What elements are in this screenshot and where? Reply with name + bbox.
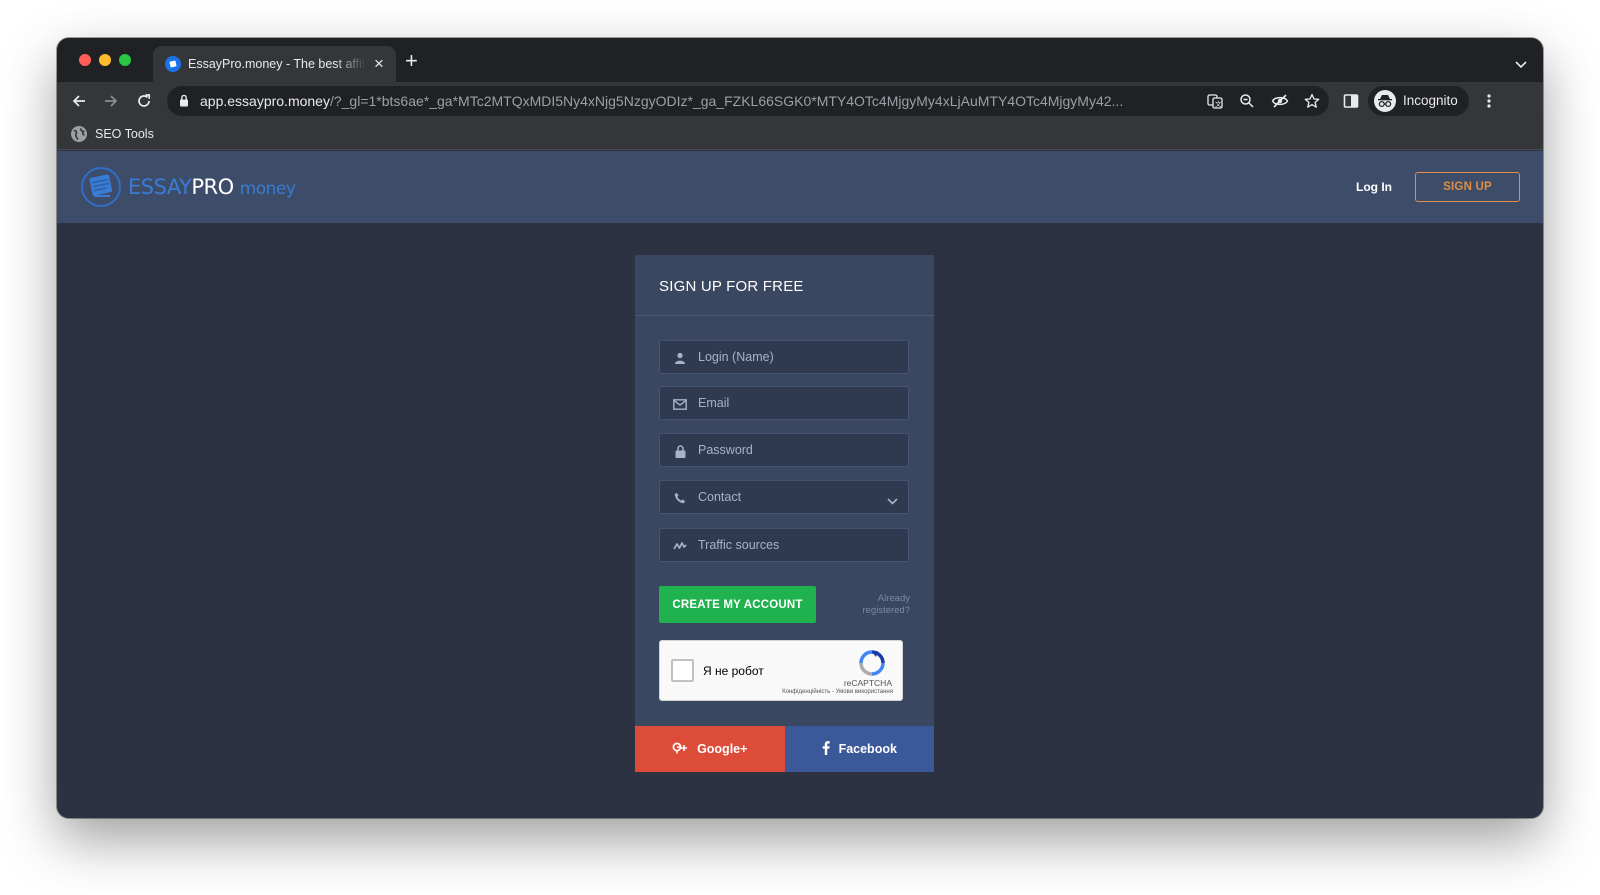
forward-arrow-icon[interactable] bbox=[101, 91, 121, 111]
traffic-wave-icon bbox=[672, 538, 688, 554]
tab-search-chevron-icon[interactable] bbox=[1515, 56, 1527, 74]
recaptcha-checkbox[interactable] bbox=[671, 659, 694, 682]
svg-text:文: 文 bbox=[1215, 99, 1222, 108]
recaptcha-logo-icon bbox=[858, 649, 886, 677]
logo-pro-text: PRO bbox=[191, 175, 234, 199]
already-registered-link[interactable]: Already registered? bbox=[840, 593, 910, 617]
email-field[interactable] bbox=[659, 386, 909, 420]
browser-toolbar: app.essaypro.money/?_gl=1*bts6ae*_ga*MTc… bbox=[57, 82, 1543, 120]
password-field[interactable] bbox=[659, 433, 909, 467]
email-input[interactable] bbox=[698, 387, 888, 419]
social-login-row: Google+ Facebook bbox=[635, 726, 934, 772]
facebook-icon bbox=[822, 740, 830, 758]
incognito-profile-button[interactable]: Incognito bbox=[1368, 86, 1469, 116]
user-icon bbox=[672, 350, 688, 366]
tab-close-icon[interactable]: × bbox=[370, 55, 388, 73]
browser-tab[interactable]: EssayPro.money - The best affiliate prog… bbox=[153, 46, 396, 82]
bookmark-seo-tools[interactable]: SEO Tools bbox=[71, 126, 154, 142]
contact-select[interactable] bbox=[659, 480, 909, 514]
logo-wordmark: ESSAYPRO money bbox=[128, 175, 296, 199]
tab-title: EssayPro.money - The best affiliate prog… bbox=[188, 57, 366, 71]
logo-essay-text: ESSAY bbox=[128, 175, 192, 199]
zoom-icon[interactable] bbox=[1238, 92, 1256, 110]
google-label: Google+ bbox=[697, 742, 748, 756]
globe-icon bbox=[71, 126, 87, 142]
essaypro-favicon-icon bbox=[165, 56, 181, 72]
traffic-sources-input[interactable] bbox=[698, 529, 888, 561]
already-line-2: registered? bbox=[862, 605, 910, 616]
minimize-window-button[interactable] bbox=[99, 54, 111, 66]
url-host: app.essaypro.money bbox=[200, 93, 330, 109]
recaptcha-label: Я не робот bbox=[703, 664, 764, 678]
google-plus-icon bbox=[672, 742, 688, 757]
facebook-label: Facebook bbox=[838, 742, 897, 756]
signup-form-card: SIGN UP FOR FREE Login (Name) Email Cont… bbox=[635, 255, 934, 772]
phone-icon bbox=[672, 490, 688, 506]
chevron-down-icon[interactable] bbox=[887, 492, 898, 510]
padlock-icon bbox=[672, 443, 688, 459]
incognito-label: Incognito bbox=[1403, 93, 1458, 108]
tracking-protection-icon[interactable] bbox=[1271, 92, 1289, 110]
maximize-window-button[interactable] bbox=[119, 54, 131, 66]
translate-icon[interactable]: 文 bbox=[1206, 92, 1224, 110]
logo-money-text: money bbox=[239, 179, 296, 199]
bookmark-star-icon[interactable] bbox=[1303, 92, 1321, 110]
reload-icon[interactable] bbox=[134, 91, 154, 111]
side-panel-icon[interactable] bbox=[1341, 91, 1361, 111]
incognito-icon bbox=[1374, 90, 1396, 112]
url-query: /?_gl=1*bts6ae*_ga*MTc2MTQxMDI5Ny4xNjg5N… bbox=[329, 93, 1124, 109]
facebook-login-button[interactable]: Facebook bbox=[784, 726, 934, 772]
already-line-1: Already bbox=[877, 593, 910, 604]
back-arrow-icon[interactable] bbox=[69, 91, 89, 111]
login-link[interactable]: Log In bbox=[1356, 180, 1392, 194]
bookmark-label: SEO Tools bbox=[95, 127, 154, 141]
close-window-button[interactable] bbox=[79, 54, 91, 66]
new-tab-button[interactable]: + bbox=[405, 50, 418, 72]
bookmarks-bar: SEO Tools bbox=[57, 120, 1543, 150]
more-menu-icon[interactable] bbox=[1479, 91, 1499, 111]
password-input[interactable] bbox=[698, 434, 888, 466]
form-title: SIGN UP FOR FREE bbox=[659, 278, 804, 295]
browser-window: EssayPro.money - The best affiliate prog… bbox=[57, 38, 1543, 818]
google-login-button[interactable]: Google+ bbox=[635, 726, 785, 772]
login-field[interactable] bbox=[659, 340, 909, 374]
page-content: ESSAYPRO money Log In SIGN UP SIGN UP FOR… bbox=[57, 151, 1543, 818]
login-input[interactable] bbox=[698, 341, 888, 373]
create-account-button[interactable]: CREATE MY ACCOUNT bbox=[659, 586, 816, 623]
logo-mark-icon bbox=[81, 167, 121, 207]
url-text[interactable]: app.essaypro.money/?_gl=1*bts6ae*_ga*MTc… bbox=[200, 93, 1185, 109]
signup-button[interactable]: SIGN UP bbox=[1415, 172, 1520, 202]
recaptcha-terms-link[interactable]: Конфіденційність - Умови використання bbox=[782, 689, 893, 695]
envelope-icon bbox=[672, 396, 688, 412]
recaptcha-brand: reCAPTCHA bbox=[843, 678, 892, 688]
contact-input[interactable] bbox=[698, 481, 888, 513]
address-bar[interactable]: app.essaypro.money/?_gl=1*bts6ae*_ga*MTc… bbox=[167, 86, 1329, 116]
form-header: SIGN UP FOR FREE bbox=[635, 255, 934, 316]
recaptcha-widget: Я не робот reCAPTCHA Конфіденційність - … bbox=[659, 640, 903, 701]
essaypro-logo[interactable]: ESSAYPRO money bbox=[80, 167, 296, 207]
lock-icon[interactable] bbox=[179, 94, 189, 112]
tab-strip: EssayPro.money - The best affiliate prog… bbox=[57, 38, 1543, 82]
site-header: ESSAYPRO money Log In SIGN UP bbox=[57, 151, 1543, 223]
traffic-sources-field[interactable] bbox=[659, 528, 909, 562]
